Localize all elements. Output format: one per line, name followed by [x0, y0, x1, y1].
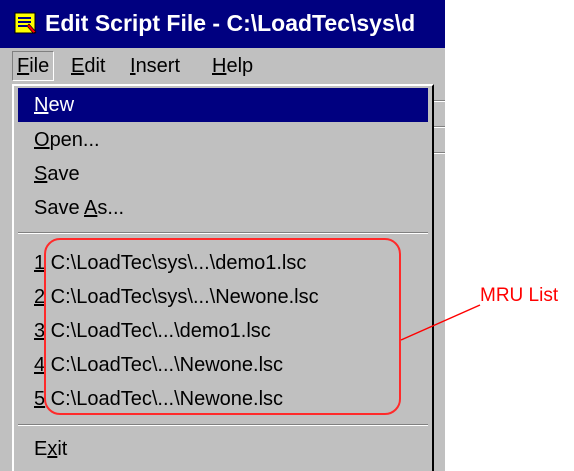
- menu-item-save-mnemonic: S: [34, 163, 48, 185]
- window-title: Edit Script File - C:\LoadTec\sys\d: [45, 10, 416, 36]
- script-file-icon: [14, 12, 37, 34]
- menu-bar: File Edit Insert Help: [0, 48, 445, 86]
- screenshot-stage: Edit Script File - C:\LoadTec\sys\d File…: [0, 0, 574, 471]
- menu-edit[interactable]: Edit: [67, 51, 109, 81]
- mru-item-path: C:\LoadTec\...\demo1.lsc: [45, 320, 271, 342]
- mru-list-label: MRU List: [480, 285, 559, 306]
- menu-separator: [18, 424, 428, 426]
- mru-item-path: C:\LoadTec\sys\...\Newone.lsc: [45, 286, 319, 308]
- menu-item-exit-mnemonic: x: [47, 438, 58, 460]
- menu-file-mnemonic: F: [17, 55, 30, 77]
- menu-item-new[interactable]: New: [18, 88, 428, 122]
- menu-item-exit-label-end: it: [57, 438, 68, 460]
- menu-help[interactable]: Help: [208, 51, 257, 81]
- file-menu-dropdown: New Open... Save Save As... 1 C:\LoadTec…: [12, 84, 434, 471]
- mru-item-3[interactable]: 3 C:\LoadTec\...\demo1.lsc: [18, 314, 428, 348]
- menu-help-label: elp: [226, 55, 254, 77]
- menu-file[interactable]: File: [12, 51, 55, 81]
- menu-item-save-as-label-start: Save: [34, 197, 85, 219]
- application-window: Edit Script File - C:\LoadTec\sys\d File…: [0, 0, 445, 471]
- menu-item-open-mnemonic: O: [34, 129, 50, 151]
- menu-help-mnemonic: H: [212, 55, 227, 77]
- menu-item-exit[interactable]: Exit: [18, 432, 428, 466]
- menu-item-save-as-label-end: s...: [97, 197, 125, 219]
- menu-insert[interactable]: Insert: [126, 51, 184, 81]
- mru-item-path: C:\LoadTec\...\Newone.lsc: [45, 354, 284, 376]
- menu-item-open-label: pen...: [49, 129, 100, 151]
- menu-item-save-as-mnemonic: A: [84, 197, 98, 219]
- menu-edit-mnemonic: E: [71, 55, 85, 77]
- mru-item-1[interactable]: 1 C:\LoadTec\sys\...\demo1.lsc: [18, 246, 428, 280]
- mru-item-number: 2: [34, 286, 46, 308]
- menu-insert-label: nsert: [135, 55, 181, 77]
- mru-item-5[interactable]: 5 C:\LoadTec\...\Newone.lsc: [18, 382, 428, 416]
- mru-item-number: 5: [34, 388, 46, 410]
- menu-edit-label: dit: [84, 55, 106, 77]
- mru-item-number: 3: [34, 320, 46, 342]
- menu-item-open[interactable]: Open...: [18, 123, 428, 157]
- mru-item-4[interactable]: 4 C:\LoadTec\...\Newone.lsc: [18, 348, 428, 382]
- menu-item-new-label: ew: [48, 94, 75, 116]
- menu-item-save[interactable]: Save: [18, 157, 428, 191]
- menu-separator: [18, 232, 428, 234]
- menu-item-save-label: ave: [47, 163, 80, 185]
- menu-item-new-mnemonic: N: [34, 94, 49, 116]
- menu-item-save-as[interactable]: Save As...: [18, 191, 428, 225]
- title-bar[interactable]: Edit Script File - C:\LoadTec\sys\d: [0, 0, 445, 48]
- mru-item-number: 4: [34, 354, 46, 376]
- mru-item-number: 1: [34, 252, 46, 274]
- mru-item-2[interactable]: 2 C:\LoadTec\sys\...\Newone.lsc: [18, 280, 428, 314]
- menu-item-exit-label-start: E: [34, 438, 48, 460]
- mru-item-path: C:\LoadTec\...\Newone.lsc: [45, 388, 284, 410]
- mru-item-path: C:\LoadTec\sys\...\demo1.lsc: [45, 252, 307, 274]
- menu-file-label: ile: [29, 55, 50, 77]
